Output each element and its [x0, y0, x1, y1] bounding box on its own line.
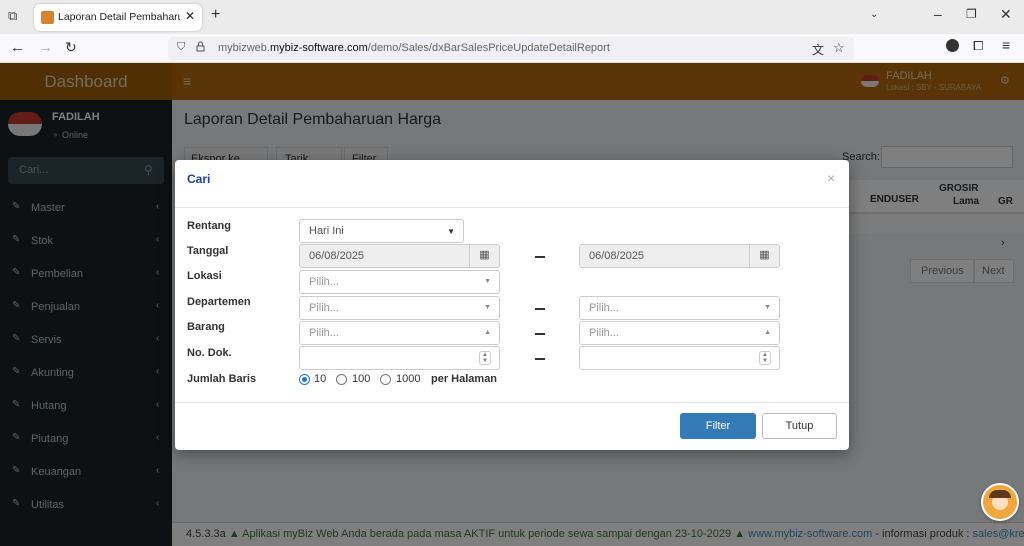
url-text: mybizweb.mybiz-software.com/demo/Sales/d…	[218, 42, 610, 54]
radio-1000[interactable]	[380, 374, 391, 385]
tanggal-to-input[interactable]: 06/08/2025 ▦	[579, 244, 780, 268]
radio-1000-label[interactable]: 1000	[396, 373, 420, 385]
barang-to-select[interactable]: Pilih... ▲	[579, 321, 780, 345]
label-lokasi: Lokasi	[187, 270, 222, 282]
browser-tab-bar: ⧉ Laporan Detail Pembaharuan H ✕ + ⌄ – ❐…	[0, 0, 1024, 34]
restore-icon[interactable]: ❐	[966, 7, 977, 21]
label-tanggal: Tanggal	[187, 245, 229, 257]
browser-tab[interactable]: Laporan Detail Pembaharuan H ✕	[34, 4, 202, 31]
label-rentang: Rentang	[187, 220, 231, 232]
spinner-icon: ▲ ▼	[759, 351, 771, 365]
close-button[interactable]: Tutup	[762, 413, 837, 439]
tab-close-icon[interactable]: ✕	[185, 9, 195, 23]
rentang-select[interactable]: Hari Ini ▼	[299, 219, 464, 243]
radio-10-label[interactable]: 10	[314, 373, 326, 385]
address-bar[interactable]: ⛉ mybizweb.mybiz-software.com/demo/Sales…	[168, 37, 854, 60]
label-jumlah-baris: Jumlah Baris	[187, 373, 257, 385]
minimize-icon[interactable]: –	[934, 6, 942, 22]
tab-overflow-chevron-icon[interactable]: ⌄	[870, 9, 878, 20]
per-halaman-label: per Halaman	[431, 373, 498, 385]
tanggal-from-input[interactable]: 06/08/2025 ▦	[299, 244, 500, 268]
caret-down-icon: ▼	[764, 304, 771, 311]
back-icon[interactable]: ←	[10, 39, 25, 56]
lokasi-select[interactable]: Pilih... ▼	[299, 270, 500, 294]
label-barang: Barang	[187, 321, 225, 333]
new-tab-icon[interactable]: +	[211, 6, 220, 24]
translate-icon[interactable]: 文	[812, 41, 824, 58]
barang-from-select[interactable]: Pilih... ▲	[299, 321, 500, 345]
account-icon[interactable]	[946, 39, 959, 52]
caret-down-icon: ▼	[484, 278, 491, 285]
calendar-icon: ▦	[749, 244, 779, 268]
caret-down-icon: ▼	[447, 227, 455, 236]
modal-close-icon[interactable]: ×	[827, 170, 835, 186]
app-menu-icon[interactable]: ≡	[1002, 37, 1010, 53]
modal-title: Cari	[187, 172, 211, 186]
bookmark-star-icon[interactable]: ☆	[833, 40, 845, 56]
spinner-icon: ▲ ▼	[479, 351, 491, 365]
site-favicon-icon	[41, 11, 54, 24]
forward-icon[interactable]: →	[38, 39, 53, 56]
filter-button[interactable]: Filter	[680, 413, 756, 439]
calendar-icon: ▦	[469, 244, 499, 268]
no-dok-to-input[interactable]: ▲ ▼	[579, 346, 780, 370]
reload-icon[interactable]: ↻	[65, 39, 77, 56]
radio-100-label[interactable]: 100	[352, 373, 370, 385]
no-dok-from-input[interactable]: ▲ ▼	[299, 346, 500, 370]
label-no-dok: No. Dok.	[187, 347, 232, 359]
caret-up-icon: ▲	[484, 329, 491, 336]
chat-assistant-avatar[interactable]	[981, 483, 1019, 521]
lock-icon[interactable]	[196, 41, 205, 52]
browser-toolbar: ← → ↻ ⛉ mybizweb.mybiz-software.com/demo…	[0, 34, 1024, 63]
shield-icon[interactable]: ⛉	[177, 41, 185, 54]
caret-up-icon: ▲	[764, 329, 771, 336]
radio-10[interactable]	[299, 374, 310, 385]
label-departemen: Departemen	[187, 296, 251, 308]
radio-100[interactable]	[336, 374, 347, 385]
search-modal: Cari × Rentang Hari Ini ▼ Tanggal 06/08/2…	[175, 160, 849, 450]
tab-title: Laporan Detail Pembaharuan H	[58, 11, 180, 23]
extensions-icon[interactable]: ⧠	[973, 38, 983, 54]
tab-list-icon[interactable]: ⧉	[8, 8, 17, 24]
window-close-icon[interactable]: ✕	[1000, 6, 1012, 23]
departemen-from-select[interactable]: Pilih... ▼	[299, 296, 500, 320]
caret-down-icon: ▼	[484, 304, 491, 311]
departemen-to-select[interactable]: Pilih... ▼	[579, 296, 780, 320]
